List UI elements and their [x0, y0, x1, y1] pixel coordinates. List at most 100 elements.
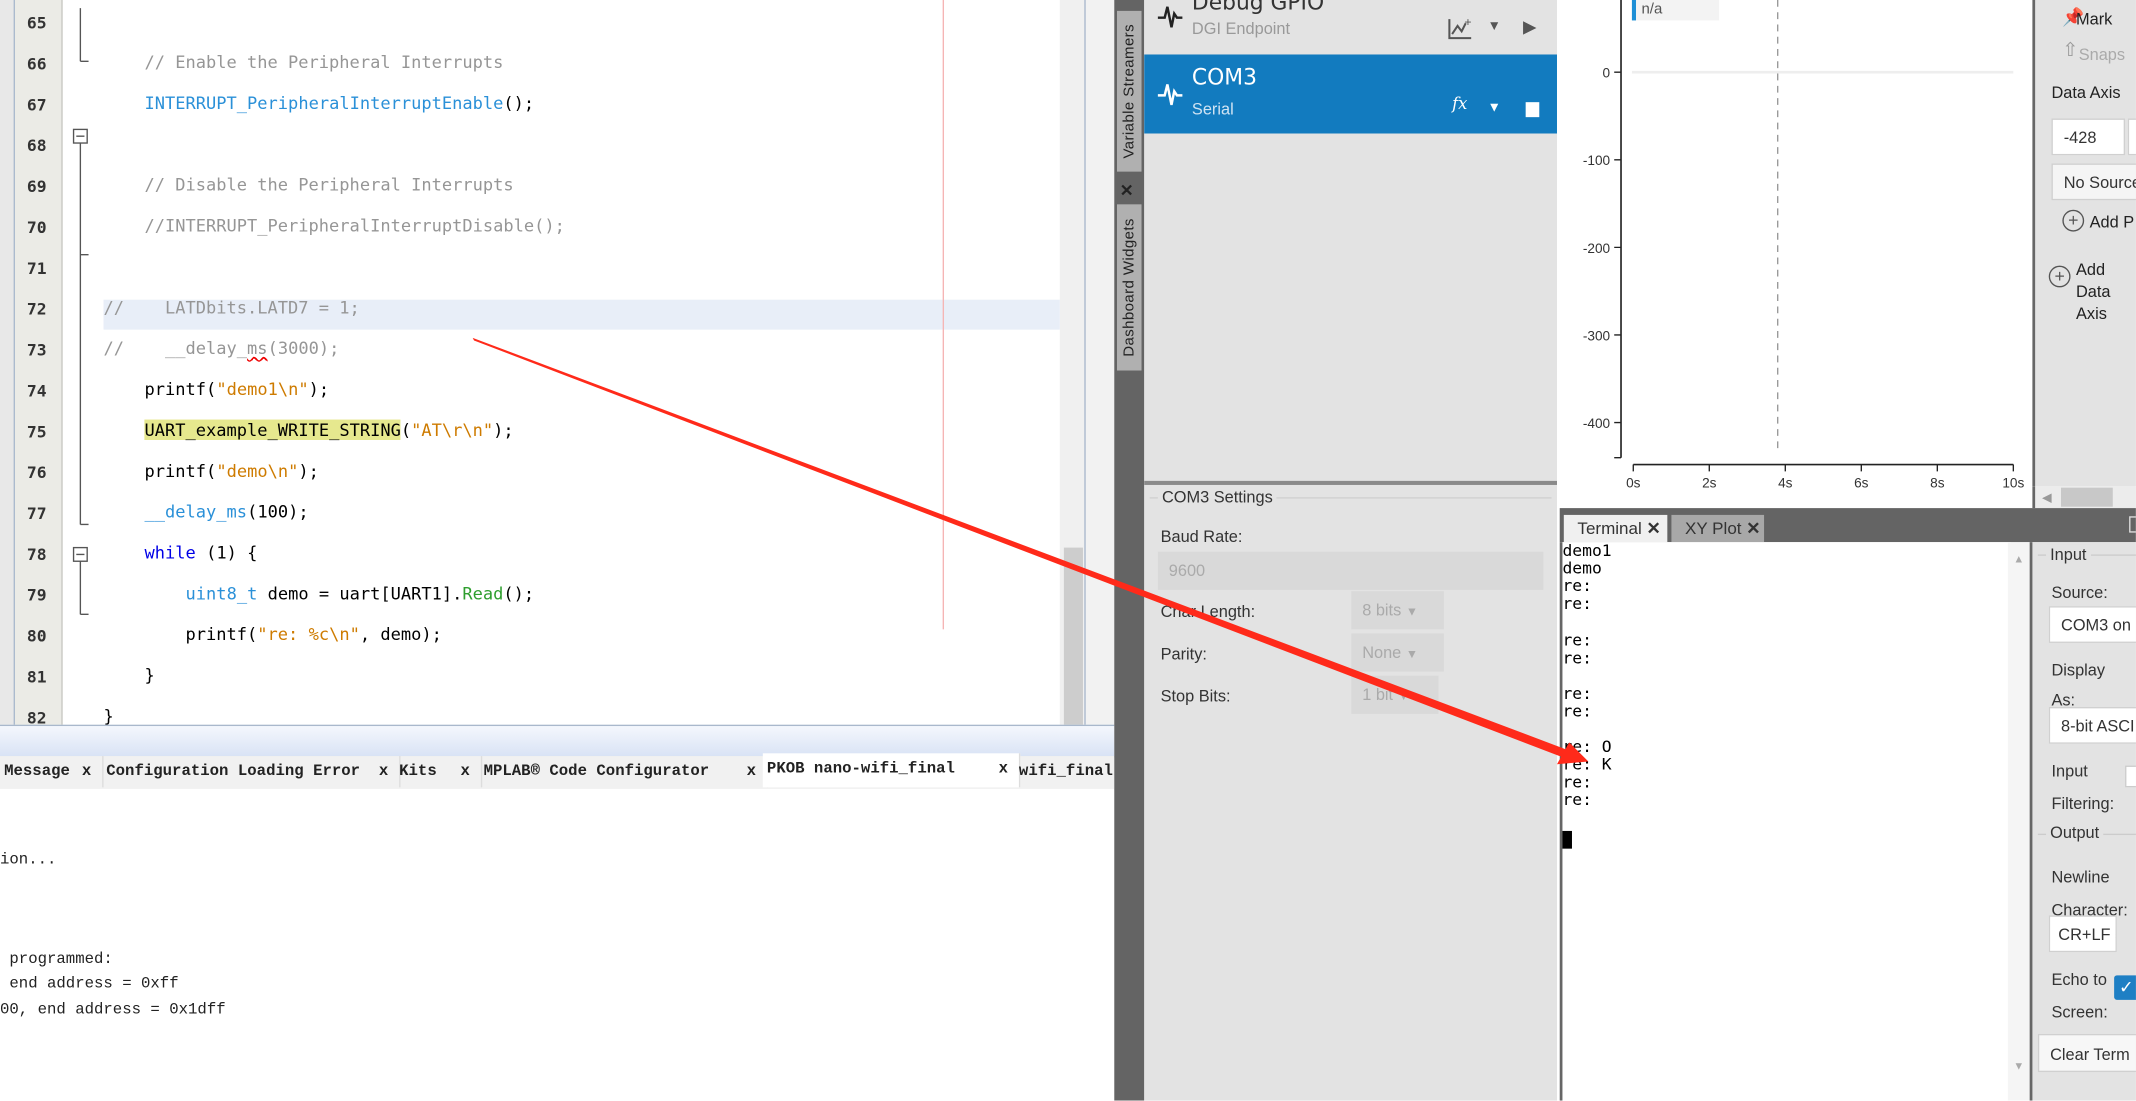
editor-side-strip — [1084, 0, 1116, 725]
code-token: //INTERRUPT_PeripheralInterruptDisable()… — [103, 215, 565, 236]
legend-item[interactable]: n/a — [1631, 0, 1720, 21]
output-tab[interactable]: Message x — [0, 756, 104, 788]
clear-terminal-button[interactable]: Clear Term — [2037, 1033, 2136, 1073]
close-icon[interactable]: x — [999, 753, 1008, 784]
code-token: ); — [298, 460, 319, 481]
close-icon[interactable]: x — [461, 756, 470, 787]
tab-label: Message — [4, 762, 70, 781]
tab-label: Terminal — [1577, 518, 1642, 539]
output-console: ion... programmed: end address = 0xff 00,… — [0, 788, 1115, 1101]
add-plot-button[interactable]: Add P — [2090, 213, 2135, 232]
axis-max-input[interactable] — [2127, 118, 2136, 156]
terminal-output[interactable]: demo1 demo re: re: re: re: re: re: re: Ore: Kre:… — [1559, 541, 2011, 1101]
code-line[interactable]: while (1) { — [104, 538, 258, 568]
source-select[interactable]: COM3 on — [2048, 606, 2136, 643]
terminal-cursor — [1562, 830, 1572, 849]
y-tick-label: 0 — [1603, 66, 1611, 81]
code-line[interactable]: printf("demo\n"); — [104, 456, 319, 486]
code-line[interactable]: } — [104, 661, 155, 691]
close-icon[interactable]: x — [379, 756, 388, 787]
output-tab[interactable]: MPLAB® Code Configurator x — [479, 756, 769, 788]
code-line[interactable]: printf("demo1\n"); — [104, 375, 330, 405]
line-number: 71 — [26, 258, 47, 278]
output-tab[interactable]: wifi_final — [1015, 756, 1120, 788]
close-icon[interactable]: ✕ — [1746, 519, 1760, 538]
input-filtering-checkbox[interactable] — [2125, 765, 2136, 788]
display-as-select[interactable]: 8-bit ASCII — [2048, 706, 2136, 744]
add-icon[interactable]: + — [2048, 265, 2071, 288]
dropdown-arrow-icon[interactable]: ▼ — [1488, 101, 1501, 116]
spinner-icon: ⬍ — [2111, 930, 2116, 942]
line-number: 72 — [26, 299, 47, 319]
code-token: UART_example_WRITE_STRING — [144, 419, 401, 440]
plot-panel-scrollbar[interactable]: ◀ — [2032, 486, 2136, 509]
snapshot-button[interactable]: Snaps — [2079, 45, 2125, 64]
code-line[interactable]: printf("re: %c\n", demo); — [104, 620, 442, 650]
editor-scrollbar-thumb[interactable] — [1063, 547, 1083, 725]
code-line[interactable]: __delay_ms(100); — [104, 497, 309, 527]
echo-checkbox[interactable]: ✓ — [2114, 975, 2136, 1000]
scrollbar-thumb[interactable] — [2061, 487, 2113, 507]
scroll-down-icon[interactable]: ▼ — [2013, 1060, 2024, 1072]
add-plot-icon[interactable]: + — [1447, 16, 1474, 41]
close-icon[interactable]: ✕ — [1120, 181, 1134, 200]
add-icon[interactable]: + — [2062, 209, 2085, 232]
maximize-icon[interactable] — [2129, 516, 2136, 533]
plot-settings-panel: 📌 Mark ⇧ Snaps Data Axis -428 No Source … — [2032, 0, 2136, 487]
output-tab[interactable]: PKOB nano-wifi_final x — [762, 753, 1021, 788]
code-line[interactable]: // __delay_ms(3000); — [104, 334, 340, 364]
parity-select[interactable]: None ▼ — [1351, 633, 1444, 672]
code-line[interactable]: uint8_t demo = uart[UART1].Read(); — [104, 579, 535, 609]
plot-canvas[interactable]: 0 -100 -200 -300 -400 0s 2s 4s 6s 8s 10s — [1560, 0, 2030, 508]
code-token: , demo); — [359, 623, 442, 645]
code-line[interactable]: // Disable the Peripheral Interrupts — [104, 170, 514, 200]
tab-terminal[interactable]: Terminal ✕ — [1563, 514, 1668, 543]
com3-settings-panel: COM3 Settings Baud Rate: 9600 Char Lengt… — [1144, 480, 1557, 1101]
output-line: 00, end address = 0x1dff — [0, 1001, 226, 1019]
fold-markers — [72, 8, 89, 616]
tab-xy-plot[interactable]: XY Plot ✕ — [1671, 514, 1765, 543]
line-number: 69 — [26, 177, 47, 197]
streamer-name: Debug GPIO — [1191, 0, 1325, 15]
code-token: // Disable the Peripheral Interrupts — [103, 174, 514, 195]
code-line[interactable]: UART_example_WRITE_STRING("AT\r\n"); — [104, 415, 514, 445]
streamer-type: Serial — [1191, 99, 1234, 119]
dropdown-arrow-icon[interactable]: ▼ — [1488, 19, 1501, 34]
streamer-item-debug-gpio[interactable]: Debug GPIO DGI Endpoint + ▼ ▶ — [1144, 0, 1557, 58]
output-tab[interactable]: Kits x — [395, 756, 483, 788]
code-token: __delay_ms — [144, 501, 248, 522]
baud-rate-field[interactable]: 9600 — [1157, 551, 1544, 590]
char-length-select[interactable]: 8 bits ▼ — [1351, 591, 1444, 630]
close-icon[interactable]: x — [82, 756, 91, 787]
tab-dashboard-widgets[interactable]: Dashboard Widgets — [1117, 204, 1142, 371]
terminal-tab-bar: Terminal ✕ XY Plot ✕ — [1559, 508, 2136, 543]
close-icon[interactable]: ✕ — [1647, 519, 1661, 538]
code-line[interactable]: // Enable the Peripheral Interrupts — [104, 48, 504, 78]
stop-icon[interactable] — [1525, 102, 1540, 118]
mark-button[interactable]: Mark — [2076, 10, 2112, 29]
code-line[interactable]: //INTERRUPT_PeripheralInterruptDisable()… — [104, 211, 565, 241]
add-data-axis-button[interactable]: Add Data Axis — [2076, 259, 2136, 324]
side-tab-strip: Variable Streamers ✕ Dashboard Widgets — [1114, 0, 1145, 1101]
code-line[interactable]: // LATDbits.LATD7 = 1; — [104, 293, 360, 323]
play-icon[interactable]: ▶ — [1523, 16, 1537, 38]
code-line[interactable]: INTERRUPT_PeripheralInterruptEnable(); — [104, 89, 535, 119]
code-token: INTERRUPT_PeripheralInterruptEnable — [144, 92, 504, 114]
x-tick-label: 10s — [2002, 476, 2024, 491]
axis-min-input[interactable]: -428 — [2051, 118, 2126, 156]
stop-bits-select[interactable]: 1 bit ▼ — [1351, 675, 1439, 714]
tab-label: Dashboard Widgets — [1121, 218, 1138, 357]
function-icon[interactable]: fx — [1452, 94, 1467, 113]
streamer-item-com3[interactable]: COM3 Serial fx ▼ — [1144, 54, 1557, 134]
scroll-up-icon[interactable]: ▲ — [2013, 553, 2024, 565]
terminal-scrollbar[interactable]: ▲ ▼ — [2007, 542, 2030, 1101]
close-icon[interactable]: x — [747, 756, 756, 787]
output-tab[interactable]: Configuration Loading Error x — [102, 756, 401, 788]
right-margin-line — [942, 0, 945, 630]
code-token: } — [103, 705, 114, 727]
time-plot[interactable]: 0 -100 -200 -300 -400 0s 2s 4s 6s 8s 10s n/a — [1559, 0, 2030, 509]
newline-select[interactable]: CR+LF ⬍ — [2048, 915, 2117, 953]
tab-variable-streamers[interactable]: Variable Streamers — [1117, 10, 1142, 172]
source-select[interactable]: No Source — [2051, 163, 2136, 201]
